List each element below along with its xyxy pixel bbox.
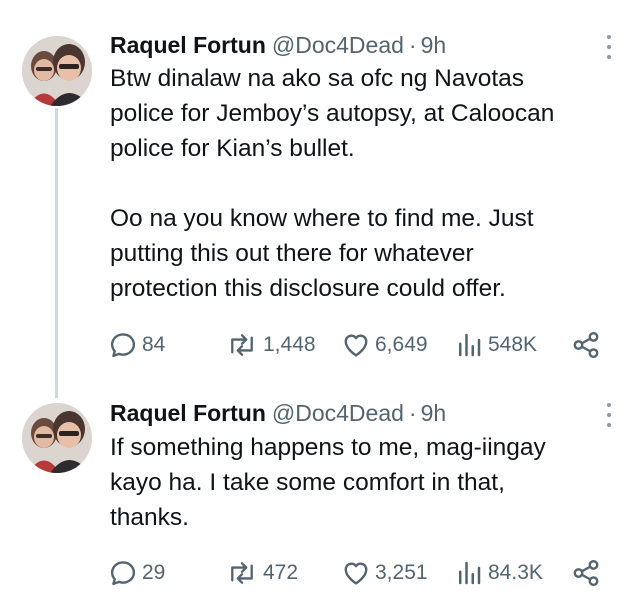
tweet-paragraph: Oo na you know where to find me. Just pu… [110, 201, 620, 306]
repost-button[interactable]: 1,448 [225, 328, 316, 362]
tweet[interactable]: Raquel Fortun @Doc4Dead · 9h Btw dinalaw… [0, 0, 640, 385]
action-bar: 29 472 3,251 84.3K [108, 556, 608, 590]
like-button[interactable]: 3,251 [341, 556, 428, 590]
views-count: 548K [488, 333, 538, 356]
views-icon [454, 558, 484, 588]
avatar[interactable] [22, 36, 92, 106]
share-button[interactable] [571, 556, 601, 590]
views-button[interactable]: 548K [454, 328, 537, 362]
share-icon [571, 330, 601, 360]
repost-button[interactable]: 472 [225, 556, 298, 590]
tweet-text: Btw dinalaw na ako sa ofc ng Navotas pol… [110, 61, 620, 306]
text-line: protection this disclosure could offer. [110, 275, 506, 302]
more-icon[interactable] [604, 400, 614, 430]
avatar[interactable] [22, 403, 92, 473]
text-line: Oo na you know where to find me. Just [110, 205, 534, 232]
separator-dot: · [408, 399, 417, 426]
reply-icon [108, 330, 138, 360]
heart-icon [341, 330, 371, 360]
text-line: kayo ha. I take some comfort in that, [110, 469, 505, 496]
views-button[interactable]: 84.3K [454, 556, 543, 590]
author-handle[interactable]: @Doc4Dead [272, 32, 404, 59]
repost-count: 472 [263, 561, 299, 584]
like-count: 6,649 [375, 333, 428, 356]
more-icon[interactable] [604, 32, 614, 62]
tweet[interactable]: Raquel Fortun @Doc4Dead · 9h If somethin… [0, 385, 640, 600]
tweet-text: If something happens to me, mag-iingay k… [110, 430, 620, 535]
timestamp[interactable]: 9h [421, 400, 447, 427]
text-line: thanks. [110, 504, 189, 531]
text-line: police for Jemboy’s autopsy, at Caloocan [110, 100, 555, 127]
tweet-header: Raquel Fortun @Doc4Dead · 9h [110, 30, 446, 60]
text-line: If something happens to me, mag-iingay [110, 434, 546, 461]
reply-count: 84 [142, 333, 166, 356]
text-line: police for Kian’s bullet. [110, 135, 355, 162]
tweet-paragraph: Btw dinalaw na ako sa ofc ng Navotas pol… [110, 61, 620, 166]
heart-icon [341, 558, 371, 588]
tweet-header: Raquel Fortun @Doc4Dead · 9h [110, 398, 446, 428]
reply-button[interactable]: 29 [108, 556, 165, 590]
reply-icon [108, 558, 138, 588]
tweet-paragraph: If something happens to me, mag-iingay k… [110, 430, 620, 535]
text-line: putting this out there for whatever [110, 240, 474, 267]
repost-icon [225, 558, 259, 588]
author-name[interactable]: Raquel Fortun [110, 32, 266, 59]
action-bar: 84 1,448 6,649 548K [108, 328, 608, 362]
like-count: 3,251 [375, 561, 428, 584]
author-handle[interactable]: @Doc4Dead [272, 400, 404, 427]
timestamp[interactable]: 9h [421, 32, 447, 59]
separator-dot: · [408, 31, 417, 58]
repost-count: 1,448 [263, 333, 316, 356]
reply-count: 29 [142, 561, 166, 584]
share-icon [571, 558, 601, 588]
like-button[interactable]: 6,649 [341, 328, 428, 362]
reply-button[interactable]: 84 [108, 328, 165, 362]
views-icon [454, 330, 484, 360]
repost-icon [225, 330, 259, 360]
text-line: Btw dinalaw na ako sa ofc ng Navotas [110, 65, 525, 92]
share-button[interactable] [571, 328, 601, 362]
views-count: 84.3K [488, 561, 543, 584]
author-name[interactable]: Raquel Fortun [110, 400, 266, 427]
